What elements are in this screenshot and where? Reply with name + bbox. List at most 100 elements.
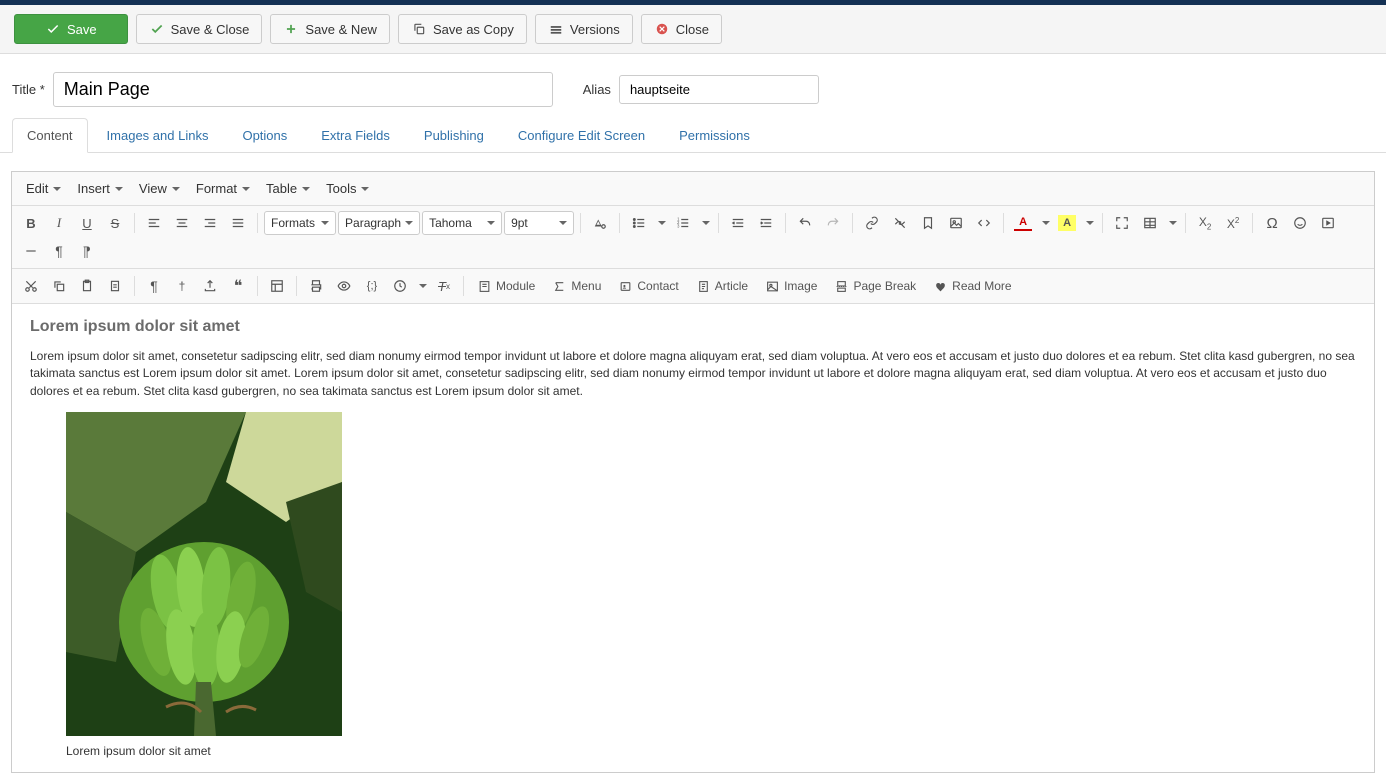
readmore-button[interactable]: Read More <box>926 276 1019 296</box>
formats-select[interactable]: Formats <box>264 211 336 235</box>
pagebreak-button[interactable]: Page Break <box>827 276 924 296</box>
superscript-button[interactable]: X2 <box>1220 210 1246 236</box>
align-center-button[interactable] <box>169 210 195 236</box>
outdent-button[interactable] <box>725 210 751 236</box>
svg-text:3: 3 <box>677 224 680 229</box>
datetime-caret[interactable] <box>415 273 429 299</box>
tab-configure-edit[interactable]: Configure Edit Screen <box>503 118 660 153</box>
size-select[interactable]: 9pt <box>504 211 574 235</box>
menu-table[interactable]: Table <box>260 178 316 199</box>
tab-options[interactable]: Options <box>227 118 302 153</box>
bgcolor-caret[interactable] <box>1082 210 1096 236</box>
module-button[interactable]: Module <box>470 276 543 296</box>
upload-button[interactable] <box>197 273 223 299</box>
content-image[interactable] <box>66 412 342 736</box>
form-header-row: Title * Alias <box>0 54 1386 117</box>
table-caret[interactable] <box>1165 210 1179 236</box>
redo-button[interactable] <box>820 210 846 236</box>
content-figure[interactable] <box>66 412 1356 736</box>
tab-extra-fields[interactable]: Extra Fields <box>306 118 405 153</box>
table-button[interactable] <box>1137 210 1163 236</box>
bullet-list-caret[interactable] <box>654 210 668 236</box>
align-right-button[interactable] <box>197 210 223 236</box>
align-justify-button[interactable] <box>225 210 251 236</box>
alias-input[interactable] <box>619 75 819 104</box>
save-button[interactable]: Save <box>14 14 128 44</box>
versions-button[interactable]: Versions <box>535 14 633 44</box>
textcolor-caret[interactable] <box>1038 210 1052 236</box>
menu-button[interactable]: Menu <box>545 276 609 296</box>
tab-publishing[interactable]: Publishing <box>409 118 499 153</box>
hr-button[interactable] <box>18 238 44 264</box>
action-bar: Save Save & Close Save & New Save as Cop… <box>0 5 1386 54</box>
tab-permissions[interactable]: Permissions <box>664 118 765 153</box>
align-left-button[interactable] <box>141 210 167 236</box>
datetime-button[interactable] <box>387 273 413 299</box>
link-button[interactable] <box>859 210 885 236</box>
menu-format[interactable]: Format <box>190 178 256 199</box>
cut-button[interactable] <box>18 273 44 299</box>
unlink-button[interactable] <box>887 210 913 236</box>
subscript-button[interactable]: X2 <box>1192 210 1218 236</box>
save-close-button[interactable]: Save & Close <box>136 14 263 44</box>
insert-image-button[interactable]: Image <box>758 276 825 296</box>
content-heading[interactable]: Lorem ipsum dolor sit amet <box>30 318 1356 336</box>
menu-view[interactable]: View <box>133 178 186 199</box>
rtl-button[interactable]: ¶ <box>74 238 100 264</box>
contact-button[interactable]: Contact <box>611 276 686 296</box>
article-button[interactable]: Article <box>689 276 756 296</box>
menu-tools[interactable]: Tools <box>320 178 375 199</box>
underline-button[interactable]: U <box>74 210 100 236</box>
paste-text-button[interactable] <box>102 273 128 299</box>
bullet-list-button[interactable] <box>626 210 652 236</box>
showinvisible-button[interactable]: † <box>169 273 195 299</box>
indent-button[interactable] <box>753 210 779 236</box>
ltr-button[interactable]: ¶ <box>46 238 72 264</box>
title-input[interactable] <box>53 72 553 107</box>
clearformat-button[interactable]: Tx <box>431 273 457 299</box>
number-list-caret[interactable] <box>698 210 712 236</box>
tab-images-links[interactable]: Images and Links <box>92 118 224 153</box>
media-button[interactable] <box>1315 210 1341 236</box>
copy-button[interactable] <box>46 273 72 299</box>
sourcecode-button[interactable] <box>971 210 997 236</box>
template-button[interactable] <box>264 273 290 299</box>
menu-edit[interactable]: Edit <box>20 178 67 199</box>
save-copy-label: Save as Copy <box>433 22 514 37</box>
versions-icon <box>548 21 564 37</box>
specialchar-button[interactable]: Ω <box>1259 210 1285 236</box>
menu-insert[interactable]: Insert <box>71 178 129 199</box>
print-button[interactable] <box>303 273 329 299</box>
emoji-button[interactable] <box>1287 210 1313 236</box>
save-new-button[interactable]: Save & New <box>270 14 390 44</box>
bgcolor-button[interactable]: A <box>1054 210 1080 236</box>
paragraph-select[interactable]: Paragraph <box>338 211 420 235</box>
caret-icon <box>302 187 310 191</box>
bookmark-button[interactable] <box>915 210 941 236</box>
textcolor-button[interactable]: A <box>1010 210 1036 236</box>
caret-icon <box>172 187 180 191</box>
blockquote-button[interactable]: ❝ <box>225 273 251 299</box>
paste-button[interactable] <box>74 273 100 299</box>
showblocks-button[interactable]: ¶ <box>141 273 167 299</box>
close-button[interactable]: Close <box>641 14 722 44</box>
title-label: Title * <box>12 82 45 97</box>
preview-button[interactable] <box>331 273 357 299</box>
close-label: Close <box>676 22 709 37</box>
save-copy-button[interactable]: Save as Copy <box>398 14 527 44</box>
fullscreen-button[interactable] <box>1109 210 1135 236</box>
undo-button[interactable] <box>792 210 818 236</box>
italic-button[interactable]: I <box>46 210 72 236</box>
save-close-label: Save & Close <box>171 22 250 37</box>
strike-button[interactable]: S <box>102 210 128 236</box>
content-caption[interactable]: Lorem ipsum dolor sit amet <box>66 744 1356 758</box>
find-button[interactable] <box>587 210 613 236</box>
tab-content[interactable]: Content <box>12 118 88 153</box>
content-paragraph[interactable]: Lorem ipsum dolor sit amet, consetetur s… <box>30 348 1356 400</box>
bold-button[interactable]: B <box>18 210 44 236</box>
editor-content[interactable]: Lorem ipsum dolor sit amet Lorem ipsum d… <box>12 304 1374 772</box>
codesample-button[interactable]: {;} <box>359 273 385 299</box>
number-list-button[interactable]: 123 <box>670 210 696 236</box>
font-select[interactable]: Tahoma <box>422 211 502 235</box>
image-button[interactable] <box>943 210 969 236</box>
